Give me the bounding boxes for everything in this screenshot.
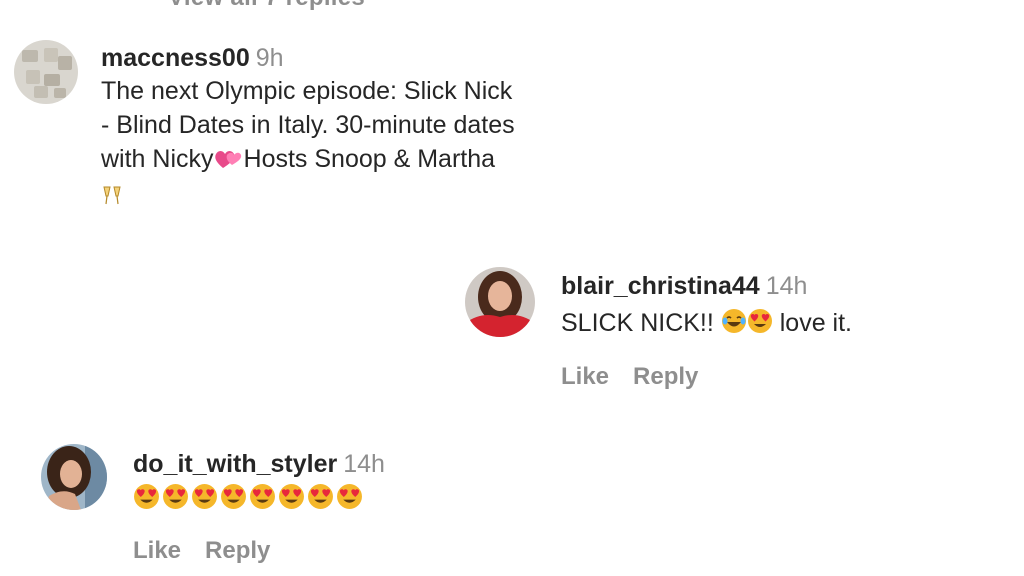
heart-eyes-emoji [249, 483, 276, 519]
avatar[interactable] [14, 40, 78, 104]
comment-text-line: - Blind Dates in Italy. 30-minute dates [101, 111, 515, 139]
comment-text [133, 482, 573, 519]
comment-text-line [101, 179, 621, 216]
comment-actions: Like Reply [133, 537, 573, 565]
comment-username[interactable]: blair_christina44 [561, 272, 760, 300]
reply-button[interactable]: Reply [633, 363, 698, 390]
comment-timestamp[interactable]: 14h [766, 272, 808, 300]
comment-text: The next Olympic episode: Slick Nick - B… [101, 74, 621, 216]
comment-actions: Like Reply [561, 363, 1001, 391]
champagne-glasses-emoji [101, 182, 123, 216]
comment-text-line: The next Olympic episode: Slick Nick [101, 77, 513, 105]
like-button[interactable]: Like [561, 363, 609, 390]
heart-eyes-emoji [191, 483, 218, 519]
comment-username[interactable]: maccness00 [101, 44, 250, 72]
comment-text-line: with Nicky Hosts Snoop & Martha [101, 142, 621, 179]
heart-eyes-emoji [162, 483, 189, 519]
heart-eyes-emoji [307, 483, 334, 519]
comment-item: blair_christina44 14h SLICK NICK!! love i… [561, 270, 1001, 391]
comment-username[interactable]: do_it_with_styler [133, 450, 337, 478]
comment-timestamp[interactable]: 14h [343, 450, 385, 478]
laughing-tears-emoji [721, 308, 747, 343]
heart-eyes-emoji [133, 483, 160, 519]
heart-eyes-emoji [220, 483, 247, 519]
heart-eyes-emoji [336, 483, 363, 519]
comment-text: SLICK NICK!! love it. [561, 306, 1001, 343]
heart-eyes-emoji [278, 483, 305, 519]
reply-button[interactable]: Reply [205, 537, 270, 564]
avatar[interactable] [465, 267, 535, 337]
view-replies-link[interactable]: View all 7 replies [168, 0, 365, 12]
like-button[interactable]: Like [133, 537, 181, 564]
avatar[interactable] [41, 444, 107, 510]
comment-item: maccness00 9h The next Olympic episode: S… [101, 42, 621, 216]
comment-item: do_it_with_styler 14h Like Reply [133, 448, 573, 565]
heart-eyes-emoji [747, 308, 773, 343]
comment-timestamp[interactable]: 9h [256, 44, 284, 72]
two-hearts-emoji [214, 145, 244, 179]
